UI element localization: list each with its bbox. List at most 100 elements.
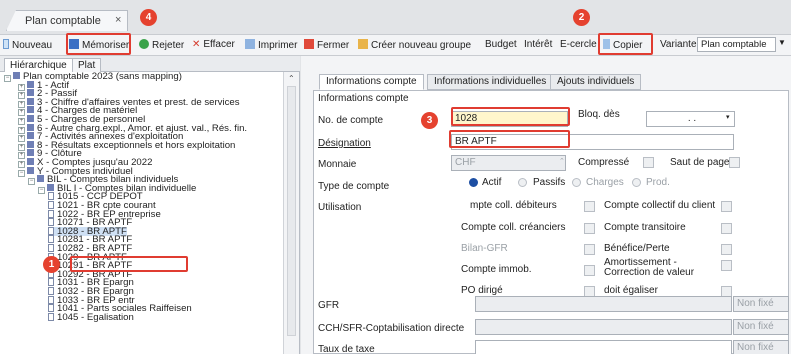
folder-icon	[27, 106, 34, 114]
tab-informations-compte[interactable]: Informations compte	[319, 74, 424, 90]
document-icon	[48, 209, 54, 218]
left-tab-strip: Hiérarchique Plat	[0, 56, 300, 72]
document-tab-bar: Plan comptable ×	[0, 0, 791, 34]
collapse-toggle-icon[interactable]: −	[18, 169, 25, 177]
highlight-copy-button	[598, 33, 653, 55]
currency-select[interactable]: CHF	[451, 155, 566, 171]
close-button[interactable]: Fermer	[304, 39, 349, 51]
print-button[interactable]: Imprimer	[245, 39, 297, 51]
currency-label: Monnaie	[318, 159, 357, 170]
create-group-button[interactable]: Créer nouveau groupe	[358, 39, 471, 51]
designation-label: Désignation	[318, 138, 371, 149]
tax-rate-label: Taux de taxe	[318, 344, 375, 354]
cch-select[interactable]	[475, 319, 732, 335]
tab-hierarchique[interactable]: Hiérarchique	[4, 58, 73, 72]
highlight-selected-account	[70, 256, 188, 272]
blocked-from-date[interactable]: . .	[646, 111, 735, 127]
variant-label: Variante:	[660, 39, 700, 50]
scroll-up-icon[interactable]: ⌃	[288, 74, 295, 83]
cch-label: CCH/SFR-Coptabilisation directe	[318, 323, 465, 334]
new-button[interactable]: Nouveau	[3, 39, 52, 51]
page-break-checkbox[interactable]	[729, 157, 740, 168]
tax-rate-select[interactable]	[475, 340, 732, 354]
scrollbar-thumb[interactable]	[287, 86, 296, 336]
folder-icon	[27, 97, 34, 105]
usage-bilan-gfr-label: Bilan-GFR	[461, 243, 508, 254]
usage-creditor-collective-checkbox[interactable]	[584, 223, 595, 234]
highlight-account-number	[451, 107, 570, 126]
budget-button[interactable]: Budget	[485, 39, 517, 50]
usage-fixed-asset-label: Compte immob.	[461, 264, 532, 275]
annotation-badge-3: 3	[421, 112, 438, 129]
usage-transitory-checkbox[interactable]	[721, 223, 732, 234]
e-circle-button[interactable]: E-cercle	[560, 39, 597, 50]
compressed-checkbox[interactable]	[643, 157, 654, 168]
usage-po-directed-label: PO dirigé	[461, 285, 503, 296]
annotation-badge-1: 1	[43, 256, 60, 273]
usage-profit-loss-checkbox[interactable]	[721, 244, 732, 255]
tree-account-item[interactable]: 1045 - Egalisation	[48, 312, 134, 322]
account-detail-panel: Informations compte Informations individ…	[301, 56, 791, 354]
folder-icon	[27, 89, 34, 97]
usage-creditor-collective-label: Compte coll. créanciers	[461, 222, 566, 233]
highlight-save-button	[66, 33, 131, 55]
account-tree: − Plan comptable 2023 (sans mapping) +1 - …	[4, 72, 282, 354]
usage-depreciation-checkbox[interactable]	[721, 260, 732, 271]
date-spinner-icon[interactable]: ▾	[726, 113, 730, 121]
compressed-label: Compressé	[578, 157, 630, 168]
reject-button[interactable]: Rejeter	[139, 39, 184, 51]
document-icon	[48, 201, 54, 209]
folder-icon	[27, 140, 34, 148]
gfr-label: GFR	[318, 300, 340, 311]
tab-plan-comptable[interactable]: Plan comptable ×	[6, 10, 128, 31]
usage-bilan-gfr-checkbox[interactable]	[584, 244, 595, 255]
folder-icon	[27, 80, 34, 88]
account-number-label: No. de compte	[318, 115, 384, 126]
radio-charges[interactable]	[572, 178, 581, 187]
chevron-down-icon[interactable]: ▼	[778, 38, 786, 47]
document-icon	[48, 312, 54, 321]
group-title: Informations compte	[318, 93, 409, 104]
delete-button[interactable]: ✕ Effacer	[192, 39, 235, 50]
radio-actif-label: Actif	[482, 177, 502, 188]
collapse-toggle-icon[interactable]: −	[28, 178, 35, 186]
close-icon	[304, 39, 314, 49]
interest-button[interactable]: Intérêt	[524, 39, 552, 50]
annotation-badge-4: 4	[140, 9, 157, 26]
blocked-from-label: Bloq. dès	[578, 109, 620, 120]
page-break-label: Saut de page	[670, 157, 730, 168]
document-icon	[48, 244, 54, 252]
radio-actif[interactable]	[469, 178, 478, 187]
usage-debtor-collective-checkbox[interactable]	[584, 201, 595, 212]
document-icon	[48, 295, 54, 304]
folder-icon	[27, 166, 34, 174]
variant-select[interactable]: Plan comptable	[697, 37, 776, 52]
close-tab-icon[interactable]: ×	[115, 14, 121, 26]
folder-icon	[27, 149, 34, 157]
folder-plus-icon	[358, 39, 368, 49]
gfr-status: Non fixé	[733, 296, 789, 312]
radio-prod-label: Prod.	[646, 177, 670, 188]
tree-scrollbar[interactable]: ⌃	[283, 72, 299, 354]
highlight-designation	[449, 130, 570, 148]
tab-plat[interactable]: Plat	[72, 58, 102, 72]
tab-title: Plan comptable	[25, 15, 101, 27]
gfr-select[interactable]	[475, 296, 732, 312]
new-icon	[3, 39, 9, 49]
collapse-toggle-icon[interactable]: −	[38, 186, 45, 194]
annotation-badge-2: 2	[573, 9, 590, 26]
reject-icon	[139, 39, 149, 49]
collapse-toggle-icon[interactable]: −	[4, 75, 11, 82]
delete-icon: ✕	[192, 39, 201, 50]
usage-fixed-asset-checkbox[interactable]	[584, 265, 595, 276]
tab-ajouts-individuels[interactable]: Ajouts individuels	[550, 74, 642, 90]
cch-status: Non fixé	[733, 319, 789, 335]
usage-client-collective-checkbox[interactable]	[721, 201, 732, 212]
radio-passifs-label: Passifs	[533, 177, 566, 188]
radio-passifs[interactable]	[518, 178, 527, 187]
document-icon	[48, 304, 54, 313]
tab-informations-individuelles[interactable]: Informations individuelles	[427, 74, 554, 90]
document-icon	[48, 278, 54, 287]
radio-prod[interactable]	[632, 178, 641, 187]
currency-chevron-icon[interactable]: ⌃	[559, 157, 565, 165]
